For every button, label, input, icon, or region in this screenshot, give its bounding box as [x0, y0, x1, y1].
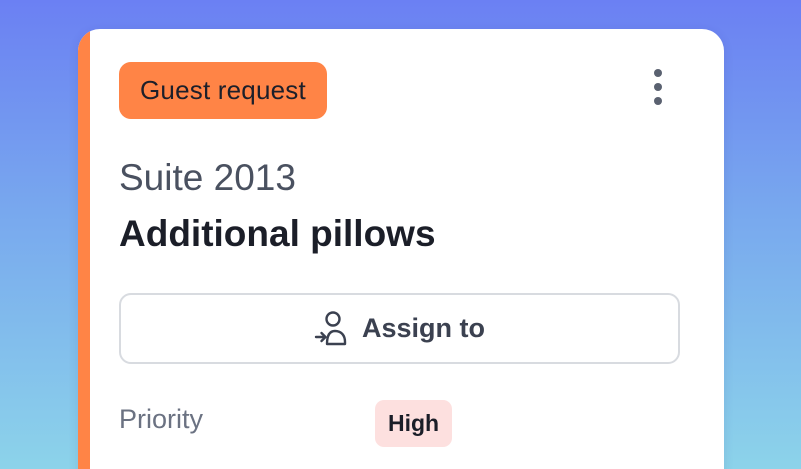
room-name: Suite 2013	[119, 157, 296, 198]
task-card: Guest request Suite 2013 Additional pill…	[78, 29, 724, 469]
assign-to-label: Assign to	[361, 313, 485, 343]
card-accent-bar	[78, 29, 90, 469]
more-options-button[interactable]	[644, 65, 672, 109]
more-vertical-icon	[654, 83, 662, 91]
assign-user-icon	[314, 310, 347, 345]
priority-label: Priority	[119, 404, 204, 434]
more-vertical-icon	[654, 69, 662, 77]
priority-badge: High	[375, 400, 453, 447]
task-title: Additional pillows	[119, 213, 436, 254]
more-vertical-icon	[654, 97, 662, 105]
assign-to-button[interactable]: Assign to	[119, 293, 680, 364]
request-type-tag: Guest request	[119, 62, 327, 119]
